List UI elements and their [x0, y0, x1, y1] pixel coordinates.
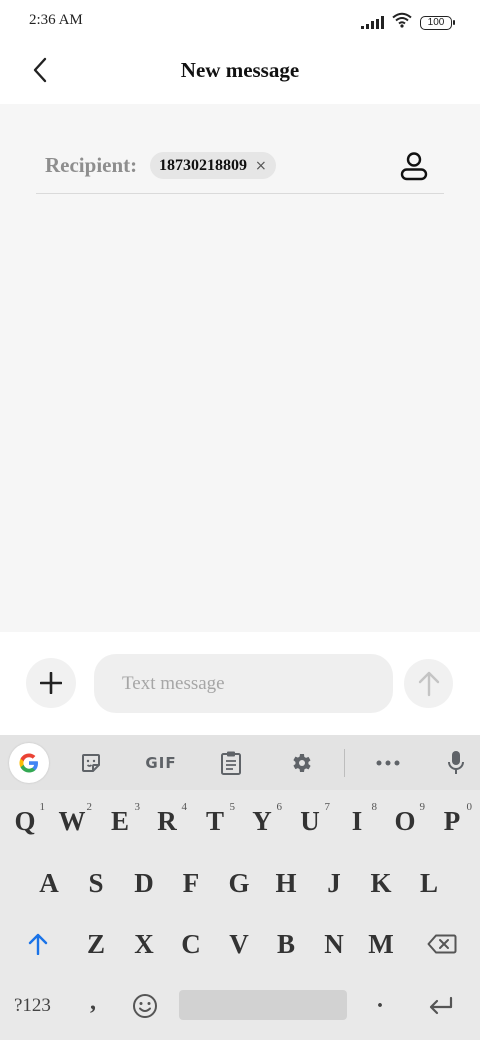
battery-icon: 100 — [420, 15, 455, 30]
emoji-key[interactable] — [130, 991, 160, 1021]
recipient-chip-number: 18730218809 — [159, 156, 247, 174]
mic-button[interactable] — [436, 743, 476, 783]
recipient-field[interactable]: Recipient: 18730218809 × — [36, 144, 444, 194]
send-button[interactable] — [404, 659, 453, 708]
key-s[interactable]: S — [76, 857, 116, 909]
key-y[interactable]: Y6 — [242, 795, 282, 847]
gif-icon: GIF — [145, 754, 177, 772]
page-title: New message — [180, 58, 300, 82]
more-button[interactable] — [368, 743, 408, 783]
key-r[interactable]: R4 — [147, 795, 187, 847]
mic-icon — [448, 751, 464, 774]
key-q[interactable]: Q1 — [5, 795, 45, 847]
wifi-icon — [392, 12, 412, 33]
settings-button[interactable] — [281, 743, 321, 783]
key-n[interactable]: N — [314, 918, 354, 970]
key-e[interactable]: E3 — [100, 795, 140, 847]
clipboard-button[interactable] — [211, 743, 251, 783]
message-content-area: Recipient: 18730218809 × — [0, 104, 480, 632]
status-time: 2:36 AM — [29, 12, 83, 28]
key-v[interactable]: V — [219, 918, 259, 970]
key-o[interactable]: O9 — [385, 795, 425, 847]
chip-remove-button[interactable]: × — [255, 158, 267, 174]
google-icon — [19, 753, 38, 773]
recipient-label: Recipient: — [45, 153, 138, 177]
keyboard: GIF Q1 W2 E3 R4 T5 Y6 U7 I8 O9 P0 A S D … — [0, 735, 480, 1040]
space-key[interactable] — [179, 990, 347, 1020]
status-icons: 100 — [361, 12, 455, 33]
key-w[interactable]: W2 — [52, 795, 93, 847]
key-g[interactable]: G — [219, 857, 259, 909]
keyboard-toolbar: GIF — [0, 735, 480, 790]
add-attachment-button[interactable] — [26, 658, 76, 708]
symbols-key[interactable]: ?123 — [14, 995, 51, 1017]
signal-icon — [361, 16, 384, 29]
key-i[interactable]: I8 — [337, 795, 377, 847]
shift-arrow-icon — [28, 933, 48, 955]
settings-icon — [293, 754, 311, 772]
key-row-4: ?123 , . — [0, 979, 480, 1039]
sticker-button[interactable] — [71, 743, 111, 783]
more-icon — [376, 760, 400, 766]
message-input[interactable] — [94, 654, 393, 713]
key-k[interactable]: K — [361, 857, 401, 909]
backspace-icon — [427, 934, 457, 954]
key-p[interactable]: P0 — [432, 795, 472, 847]
arrow-up-icon — [418, 671, 439, 696]
emoji-icon — [133, 994, 157, 1018]
status-bar: 2:36 AM 100 — [0, 0, 480, 42]
enter-icon — [429, 996, 453, 1015]
google-button[interactable] — [9, 743, 49, 783]
sticker-icon — [82, 754, 100, 772]
gif-button[interactable]: GIF — [141, 743, 181, 783]
key-c[interactable]: C — [171, 918, 211, 970]
key-x[interactable]: X — [124, 918, 164, 970]
shift-key[interactable] — [18, 918, 58, 970]
key-h[interactable]: H — [266, 857, 306, 909]
backspace-key[interactable] — [422, 918, 462, 970]
comma-key[interactable]: , — [90, 989, 96, 1016]
key-t[interactable]: T5 — [195, 795, 235, 847]
key-l[interactable]: L — [409, 857, 449, 909]
key-d[interactable]: D — [124, 857, 164, 909]
key-a[interactable]: A — [29, 857, 69, 909]
enter-key[interactable] — [424, 991, 458, 1021]
clipboard-icon — [221, 751, 241, 775]
toolbar-divider — [344, 749, 345, 777]
app-header: New message — [0, 42, 480, 104]
contacts-button[interactable] — [398, 149, 430, 183]
key-z[interactable]: Z — [76, 918, 116, 970]
recipient-chip[interactable]: 18730218809 × — [150, 152, 276, 179]
compose-bar — [0, 632, 480, 735]
key-j[interactable]: J — [314, 857, 354, 909]
period-key[interactable]: . — [377, 987, 383, 1014]
plus-icon — [40, 672, 62, 694]
person-icon — [400, 152, 428, 181]
key-u[interactable]: U7 — [290, 795, 330, 847]
key-f[interactable]: F — [171, 857, 211, 909]
key-b[interactable]: B — [266, 918, 306, 970]
key-m[interactable]: M — [361, 918, 401, 970]
